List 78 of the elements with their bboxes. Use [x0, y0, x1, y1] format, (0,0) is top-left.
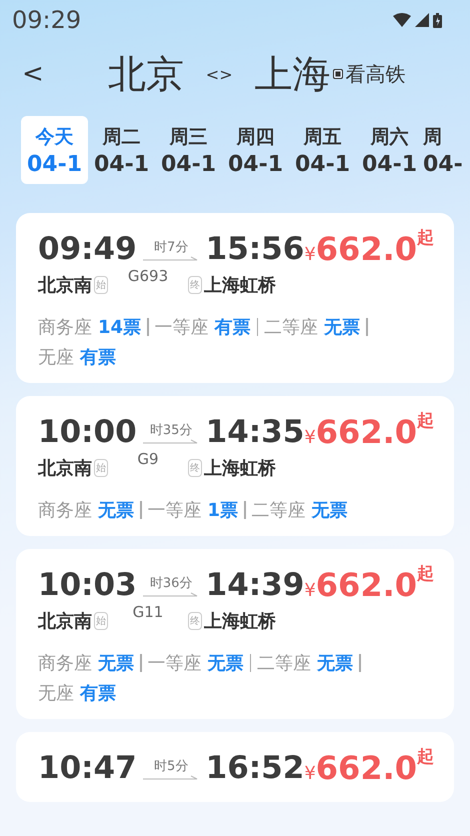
ticket-status: 无票: [324, 316, 360, 339]
duration: 时36分: [150, 574, 192, 592]
train-number: G11: [132, 603, 164, 621]
seat-class: 二等座: [257, 652, 311, 675]
arrival-time: 16:52: [206, 750, 304, 786]
date-tab[interactable]: 周 04-: [423, 116, 463, 184]
seat-class: 无座: [38, 682, 74, 705]
departure-time: 10:03: [38, 567, 137, 603]
arrival-time: 15:56: [206, 231, 304, 267]
date-tab[interactable]: 今天 04-1: [21, 116, 88, 184]
ticket-status: 无票: [98, 499, 134, 522]
seat-class: 商务座: [38, 652, 92, 675]
date-tab[interactable]: 周五 04-1: [289, 116, 356, 184]
seat-class: 二等座: [252, 499, 306, 522]
duration: 时7分: [154, 238, 188, 256]
train-number: G9: [137, 450, 159, 468]
price-suffix: 起: [417, 563, 434, 585]
arrival-city[interactable]: 上海: [254, 48, 331, 100]
signal-icon: [415, 13, 429, 27]
back-button[interactable]: <: [14, 59, 52, 89]
checkbox[interactable]: [332, 69, 343, 79]
checkbox-label[interactable]: 看高铁: [346, 60, 406, 88]
ticket-status: 无票: [312, 499, 348, 522]
departure-time: 10:00: [38, 414, 137, 450]
price: 662.0: [316, 566, 417, 604]
status-time: 09:29: [12, 6, 82, 34]
ticket-status: 有票: [80, 682, 116, 705]
ticket-status: 无票: [98, 652, 134, 675]
currency-sign: ¥: [304, 427, 316, 448]
ticket-status: 无票: [208, 652, 244, 675]
seat-class: 商务座: [38, 316, 92, 339]
price-suffix: 起: [417, 227, 434, 249]
seat-class: 商务座: [38, 499, 92, 522]
price-suffix: 起: [417, 746, 434, 768]
station-tag: 始: [94, 276, 108, 294]
swap-button[interactable]: <>: [206, 64, 233, 84]
wifi-icon: [393, 13, 411, 27]
seat-class: 一等座: [154, 316, 209, 339]
price: 662.0: [316, 230, 417, 268]
station-tag: 始: [94, 459, 108, 477]
station-tag: 终: [188, 612, 202, 630]
price: 662.0: [316, 749, 417, 787]
train-number: G693: [128, 267, 168, 285]
currency-sign: ¥: [304, 580, 316, 601]
date-tab[interactable]: 周二 04-1: [88, 116, 155, 184]
ticket-status: 无票: [317, 652, 353, 675]
seat-class: 二等座: [264, 316, 318, 339]
arrival-time: 14:39: [206, 567, 304, 603]
duration: 时35分: [150, 422, 192, 438]
departure-time: 10:47: [38, 750, 137, 786]
duration: 时5分: [154, 758, 188, 774]
price-suffix: 起: [417, 410, 434, 432]
station-name: 北京南: [38, 610, 92, 633]
date-tab[interactable]: 周三 04-1: [155, 116, 222, 184]
currency-sign: ¥: [304, 763, 316, 784]
date-tab[interactable]: 周四 04-1: [222, 116, 289, 184]
station-tag: 终: [188, 459, 202, 477]
seat-class: 无座: [38, 346, 74, 369]
price: 662.0: [316, 413, 417, 451]
ticket-status: 1票: [208, 499, 238, 522]
seat-class: 一等座: [148, 652, 202, 675]
ticket-status: 有票: [80, 346, 116, 369]
departure-time: 09:49: [38, 231, 137, 267]
station-name: 北京南: [38, 457, 92, 480]
station-tag: 终: [188, 276, 202, 294]
departure-city[interactable]: 北京: [108, 48, 184, 100]
date-tab[interactable]: 周六 04-1: [356, 116, 423, 184]
ticket-status: 14票: [98, 316, 142, 339]
seat-class: 一等座: [148, 499, 202, 522]
arrival-time: 14:35: [206, 414, 304, 450]
ticket-status: 有票: [214, 316, 251, 339]
currency-sign: ¥: [304, 244, 316, 265]
battery-icon: [433, 12, 442, 28]
station-name: 北京南: [38, 274, 92, 297]
station-name: 上海虹桥: [204, 457, 276, 480]
station-tag: 始: [94, 612, 108, 630]
station-name: 上海虹桥: [204, 610, 276, 633]
station-name: 上海虹桥: [204, 274, 276, 297]
